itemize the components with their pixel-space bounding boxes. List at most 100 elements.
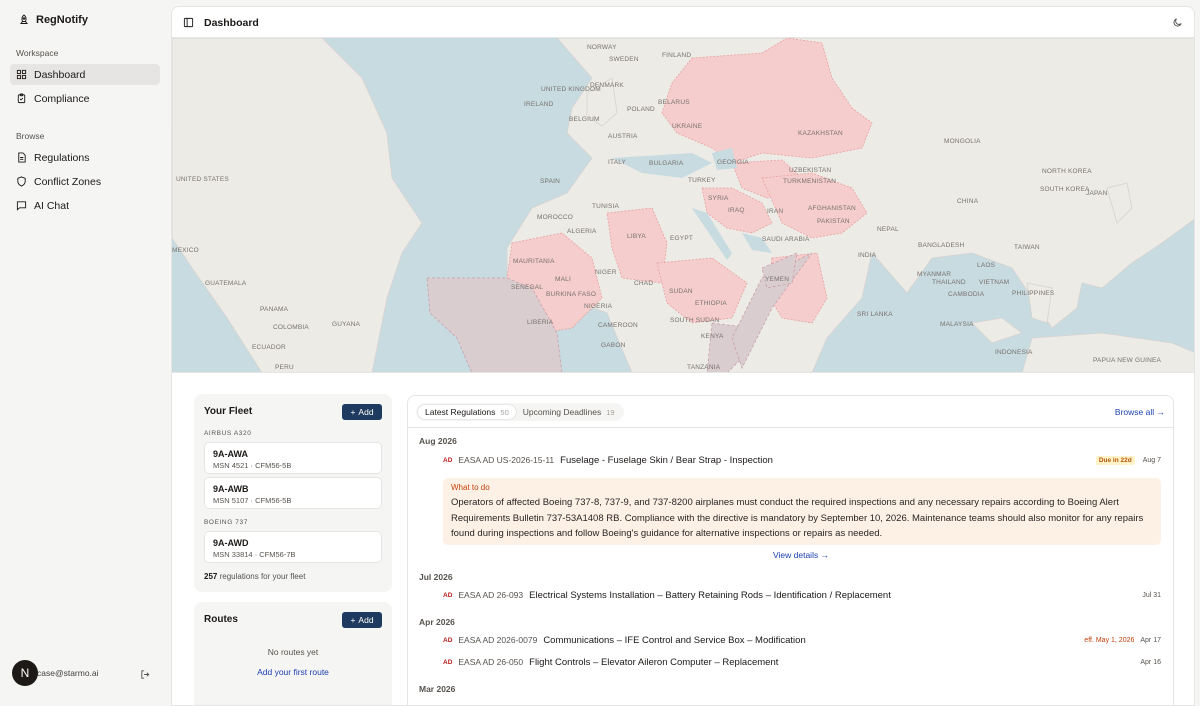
section-browse: Browse	[16, 131, 45, 141]
sidebar-item-label: Compliance	[34, 92, 90, 105]
map-label: NORWAY	[587, 44, 617, 51]
reg-title: Communications – IFE Control and Service…	[543, 634, 806, 646]
logout-icon[interactable]	[140, 669, 151, 680]
aircraft-msn: MSN 4521 · CFM56-5B	[213, 461, 292, 470]
map-label: SRI LANKA	[857, 311, 893, 318]
browse-all-link[interactable]: Browse all →	[1115, 407, 1165, 417]
reg-title: Fuselage - Fuselage Skin / Bear Strap - …	[560, 454, 773, 466]
regulation-count-number: 257	[204, 572, 218, 581]
month-heading: Mar 2026	[419, 684, 456, 694]
map-label: IRELAND	[524, 101, 554, 108]
aircraft-registration: 9A-AWD	[213, 538, 249, 548]
regulations-feed: Latest Regulations 50 Upcoming Deadlines 1…	[407, 395, 1174, 705]
top-bar: Dashboard	[172, 7, 1194, 38]
reg-type-badge: AD	[443, 456, 453, 464]
page-title: Dashboard	[204, 17, 259, 29]
map-label: NIGER	[595, 269, 617, 276]
sidebar-item-ai-chat[interactable]: AI Chat	[10, 195, 160, 216]
routes-empty-text: No routes yet	[267, 647, 319, 657]
map-label: COLOMBIA	[273, 324, 309, 331]
sidebar-toggle-icon[interactable]	[183, 17, 194, 28]
reg-number: EASA AD 26-050	[458, 657, 524, 667]
reg-number: EASA AD 26-093	[458, 590, 524, 600]
map-label: SOUTH KOREA	[1040, 186, 1090, 193]
avatar[interactable]: N	[12, 660, 38, 686]
map-label: SAUDI ARABIA	[762, 236, 810, 243]
tab-count: 19	[606, 407, 615, 417]
regulation-count-text: regulations for your fleet	[219, 572, 306, 581]
reg-date: Aug 7	[1142, 456, 1161, 464]
add-first-route-link[interactable]: Add your first route	[194, 667, 392, 677]
aircraft-card[interactable]: 9A-AWA MSN 4521 · CFM56-5B	[204, 442, 382, 474]
map-label: EGYPT	[670, 235, 694, 242]
regulation-row[interactable]: AD EASA AD US-2026-15-11 Fuselage - Fuse…	[443, 453, 1161, 467]
app-name: RegNotify	[36, 14, 88, 26]
map-label: FINLAND	[662, 52, 692, 59]
map-label: CHAD	[634, 280, 654, 287]
aircraft-registration: 9A-AWA	[213, 449, 249, 459]
sidebar-item-conflict-zones[interactable]: Conflict Zones	[10, 171, 160, 192]
map-label: TUNISIA	[592, 203, 620, 210]
tab-label: Latest Regulations	[425, 407, 496, 417]
aircraft-type-label: BOEING 737	[204, 519, 248, 526]
map-label: MOROCCO	[537, 214, 574, 221]
regulation-row[interactable]: AD EASA AD 26-050 Flight Controls – Elev…	[443, 655, 1161, 669]
map-label: GUYANA	[332, 321, 361, 328]
theme-toggle-icon[interactable]	[1172, 17, 1183, 28]
reg-type-badge: AD	[443, 658, 453, 666]
map-label: MONGOLIA	[944, 138, 981, 145]
map-label: SPAIN	[540, 178, 561, 185]
conflict-zone-map[interactable]: NORWAY SWEDEN FINLAND UNITED KINGDOM IRE…	[172, 38, 1194, 373]
map-label: ECUADOR	[252, 344, 286, 351]
sidebar-item-compliance[interactable]: Compliance	[10, 88, 160, 109]
sidebar-item-label: Dashboard	[34, 68, 86, 81]
add-route-button[interactable]: + Add	[342, 612, 382, 628]
regulation-row[interactable]: AD EASA AD 2026-0079 Communications – IF…	[443, 633, 1161, 647]
map-label: PAKISTAN	[817, 218, 850, 225]
reg-title: Flight Controls – Elevator Aileron Compu…	[529, 656, 779, 668]
map-label: CAMEROON	[598, 322, 638, 329]
aircraft-card[interactable]: 9A-AWB MSN 5107 · CFM56-5B	[204, 477, 382, 509]
aircraft-card[interactable]: 9A-AWD MSN 33814 · CFM56-7B	[204, 531, 382, 563]
map-label: UKRAINE	[672, 123, 703, 130]
map-label: PERU	[275, 364, 294, 371]
map-label: LAOS	[977, 262, 996, 269]
sidebar-item-regulations[interactable]: Regulations	[10, 147, 160, 168]
map-label: PANAMA	[260, 306, 289, 313]
map-label: CAMBODIA	[948, 291, 985, 298]
tab-latest-regulations[interactable]: Latest Regulations 50	[418, 405, 516, 419]
routes-title: Routes	[204, 614, 238, 625]
map-label: IRAN	[767, 208, 784, 215]
sidebar-item-dashboard[interactable]: Dashboard	[10, 64, 160, 85]
map-label: JAPAN	[1086, 190, 1108, 197]
map-label: TANZANIA	[687, 364, 721, 371]
plus-icon: +	[350, 615, 356, 625]
reg-type-badge: AD	[443, 636, 453, 644]
aircraft-registration: 9A-AWB	[213, 484, 249, 494]
view-details-link[interactable]: View details →	[773, 550, 829, 560]
map-label: AFGHANISTAN	[808, 205, 856, 212]
section-workspace: Workspace	[16, 48, 59, 58]
map-label: ETHIOPIA	[695, 300, 727, 307]
map-label: BURKINA FASO	[546, 291, 597, 298]
map-label: ITALY	[608, 159, 627, 166]
aircraft-type-label: AIRBUS A320	[204, 430, 252, 437]
reg-type-badge: AD	[443, 591, 453, 599]
regulation-row[interactable]: AD EASA AD 26-093 Electrical Systems Ins…	[443, 588, 1161, 602]
app-logo[interactable]: RegNotify	[18, 14, 88, 26]
map-label: NIGERIA	[584, 303, 613, 310]
tab-upcoming-deadlines[interactable]: Upcoming Deadlines 19	[516, 405, 622, 419]
month-heading: Aug 2026	[419, 436, 457, 446]
map-label: TAIWAN	[1014, 244, 1040, 251]
map-label: BELARUS	[658, 99, 690, 106]
sidebar-item-label: AI Chat	[34, 199, 70, 212]
map-label: THAILAND	[932, 279, 966, 286]
user-menu[interactable]: N case@starmo.ai	[12, 660, 99, 686]
document-icon	[18, 152, 26, 163]
map-label: ALGERIA	[567, 228, 597, 235]
add-aircraft-button[interactable]: + Add	[342, 404, 382, 420]
map-label: CHINA	[957, 198, 979, 205]
due-badge: Due in 22d	[1095, 455, 1135, 465]
routes-card: Routes + Add No routes yet Add your first…	[194, 602, 392, 705]
map-label: VIETNAM	[979, 279, 1010, 286]
